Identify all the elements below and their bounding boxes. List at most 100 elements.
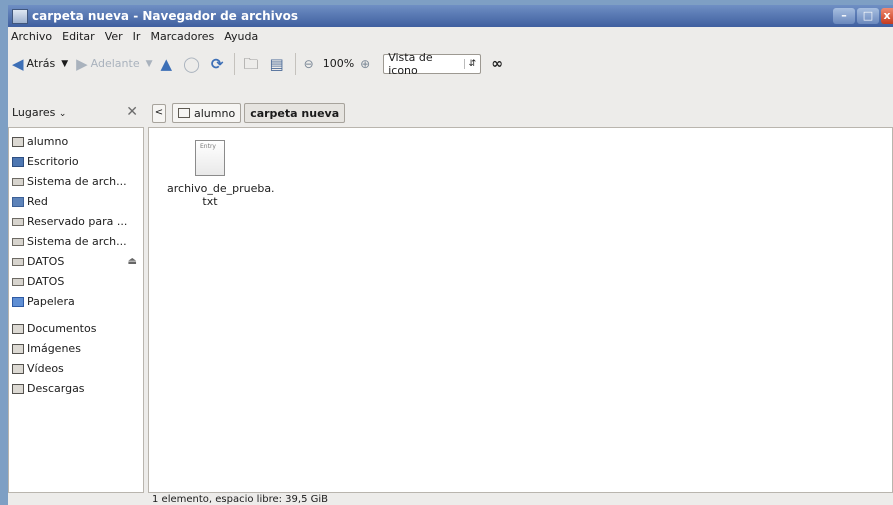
reload-button[interactable]: ⟳ [207, 52, 231, 76]
sidebar-item-label: Vídeos [27, 362, 64, 375]
breadcrumb-carpeta-nueva[interactable]: carpeta nueva [244, 103, 346, 123]
menu-ir[interactable]: Ir [128, 28, 146, 46]
sidebar-item-documentos[interactable]: Documentos [12, 319, 143, 339]
sidebar-item-imagenes[interactable]: Imágenes [12, 339, 143, 359]
toolbar-separator [294, 52, 296, 75]
zoom-level: 100% [322, 57, 355, 70]
chevron-left-icon: < [154, 106, 164, 118]
window-controls: – □ x [831, 8, 893, 24]
home-folder-icon: 🗀 [243, 54, 259, 73]
folder-icon [12, 384, 24, 394]
menu-ayuda[interactable]: Ayuda [219, 28, 263, 46]
menu-editar[interactable]: Editar [57, 28, 100, 46]
desktop-icon [12, 157, 24, 167]
zoom-out-button[interactable]: ⊖ [300, 52, 321, 76]
sidebar-item-label: Sistema de arch... [27, 175, 127, 188]
computer-icon: ▤ [269, 54, 284, 73]
file-item[interactable]: Entry archivo_de_prueba. txt [167, 140, 275, 208]
zoom-in-button[interactable]: ⊕ [356, 52, 377, 76]
sidebar-item-datos-2[interactable]: DATOS [12, 272, 143, 292]
breadcrumb-label: alumno [194, 106, 236, 120]
search-button[interactable]: ∞ [491, 56, 503, 72]
sidebar-item-label: Escritorio [27, 155, 79, 168]
close-sidebar-icon[interactable]: ✕ [126, 104, 138, 120]
sidebar-item-filesystem[interactable]: Sistema de arch... [12, 172, 143, 192]
sidebar: alumno Escritorio Sistema de arch... Red… [8, 127, 144, 493]
file-icon-text: Entry [200, 143, 216, 150]
back-label: Atrás [26, 57, 56, 70]
drive-icon [12, 238, 24, 246]
up-arrow-icon: ▲ [160, 54, 173, 73]
menu-archivo[interactable]: Archivo [8, 28, 57, 46]
sidebar-item-filesystem-2[interactable]: Sistema de arch... [12, 232, 143, 252]
sidebar-item-label: Papelera [27, 295, 75, 308]
sidebar-item-label: Sistema de arch... [27, 235, 127, 248]
reload-icon: ⟳ [210, 54, 224, 73]
status-bar: 1 elemento, espacio libre: 39,5 GiB [152, 494, 328, 505]
sidebar-item-descargas[interactable]: Descargas [12, 379, 143, 399]
back-history-dropdown-icon[interactable]: ▼ [61, 59, 68, 69]
sidebar-item-escritorio[interactable]: Escritorio [12, 152, 143, 172]
forward-button[interactable]: ▶ Adelante ▼ [72, 52, 156, 76]
breadcrumb-alumno[interactable]: alumno [172, 103, 242, 123]
folder-icon [12, 364, 24, 374]
eject-icon[interactable]: ⏏ [128, 252, 137, 272]
view-mode-value: Vista de icono [388, 50, 433, 77]
chevron-down-icon: ⌄ [58, 108, 67, 119]
file-view[interactable]: Entry archivo_de_prueba. txt [148, 127, 893, 493]
sidebar-item-label: Reservado para ... [27, 215, 128, 228]
up-button[interactable]: ▲ [157, 52, 180, 76]
sidebar-item-red[interactable]: Red [12, 192, 143, 212]
folder-icon [178, 108, 190, 118]
sidebar-header-label: Lugares [12, 105, 56, 119]
drive-icon [12, 218, 24, 226]
title-bar[interactable]: carpeta nueva - Navegador de archivos – … [8, 5, 893, 27]
window-title: carpeta nueva - Navegador de archivos [32, 9, 298, 23]
forward-label: Adelante [90, 57, 140, 70]
menu-ver[interactable]: Ver [100, 28, 128, 46]
sidebar-item-label: Documentos [27, 322, 97, 335]
menu-marcadores[interactable]: Marcadores [145, 28, 219, 46]
sidebar-item-label: Imágenes [27, 342, 81, 355]
folder-icon [12, 137, 24, 147]
close-button[interactable]: x [881, 8, 893, 24]
back-arrow-icon: ◀ [12, 54, 24, 73]
sidebar-item-label: alumno [27, 135, 69, 148]
drive-icon [12, 278, 24, 286]
menu-bar: Archivo Editar Ver Ir Marcadores Ayuda [8, 28, 893, 46]
stop-button[interactable]: ◯ [179, 52, 207, 76]
sidebar-item-datos[interactable]: DATOS ⏏ [12, 252, 143, 272]
minimize-button[interactable]: – [833, 8, 855, 24]
file-manager-window: carpeta nueva - Navegador de archivos – … [8, 5, 893, 505]
sidebar-item-alumno[interactable]: alumno [12, 132, 143, 152]
view-mode-select[interactable]: Vista de icono ⇵ [383, 50, 482, 77]
select-arrows-icon: ⇵ [463, 58, 476, 69]
sidebar-item-videos[interactable]: Vídeos [12, 359, 143, 379]
maximize-button[interactable]: □ [857, 8, 879, 24]
sidebar-header: Lugares ⌄ ✕ [8, 100, 144, 124]
places-list: alumno Escritorio Sistema de arch... Red… [9, 128, 143, 399]
binoculars-icon: ∞ [491, 55, 503, 72]
stop-icon: ◯ [183, 54, 200, 73]
breadcrumb-label: carpeta nueva [250, 106, 340, 120]
path-scroll-left-button[interactable]: < [152, 103, 166, 123]
zoom-in-icon: ⊕ [360, 56, 371, 71]
trash-icon [12, 297, 24, 307]
sidebar-item-papelera[interactable]: Papelera [12, 292, 143, 312]
file-name: archivo_de_prueba. txt [167, 182, 275, 208]
sidebar-mode-select[interactable]: Lugares ⌄ [12, 106, 66, 119]
drive-icon [12, 178, 24, 186]
network-icon [12, 197, 24, 207]
text-file-icon: Entry [195, 140, 225, 176]
sidebar-item-label: Descargas [27, 382, 85, 395]
computer-button[interactable]: ▤ [265, 52, 290, 76]
forward-history-dropdown-icon[interactable]: ▼ [146, 59, 153, 69]
home-button[interactable]: 🗀 [239, 52, 265, 76]
drive-icon [12, 258, 24, 266]
file-manager-icon [12, 9, 28, 24]
back-button[interactable]: ◀ Atrás ▼ [8, 52, 72, 76]
sidebar-item-label: Red [27, 195, 48, 208]
sidebar-item-reservado[interactable]: Reservado para ... [12, 212, 143, 232]
toolbar: ◀ Atrás ▼ ▶ Adelante ▼ ▲ ◯ ⟳ 🗀 ▤ ⊖ 100% [8, 47, 893, 80]
path-bar: < alumno carpeta nueva [152, 101, 348, 125]
